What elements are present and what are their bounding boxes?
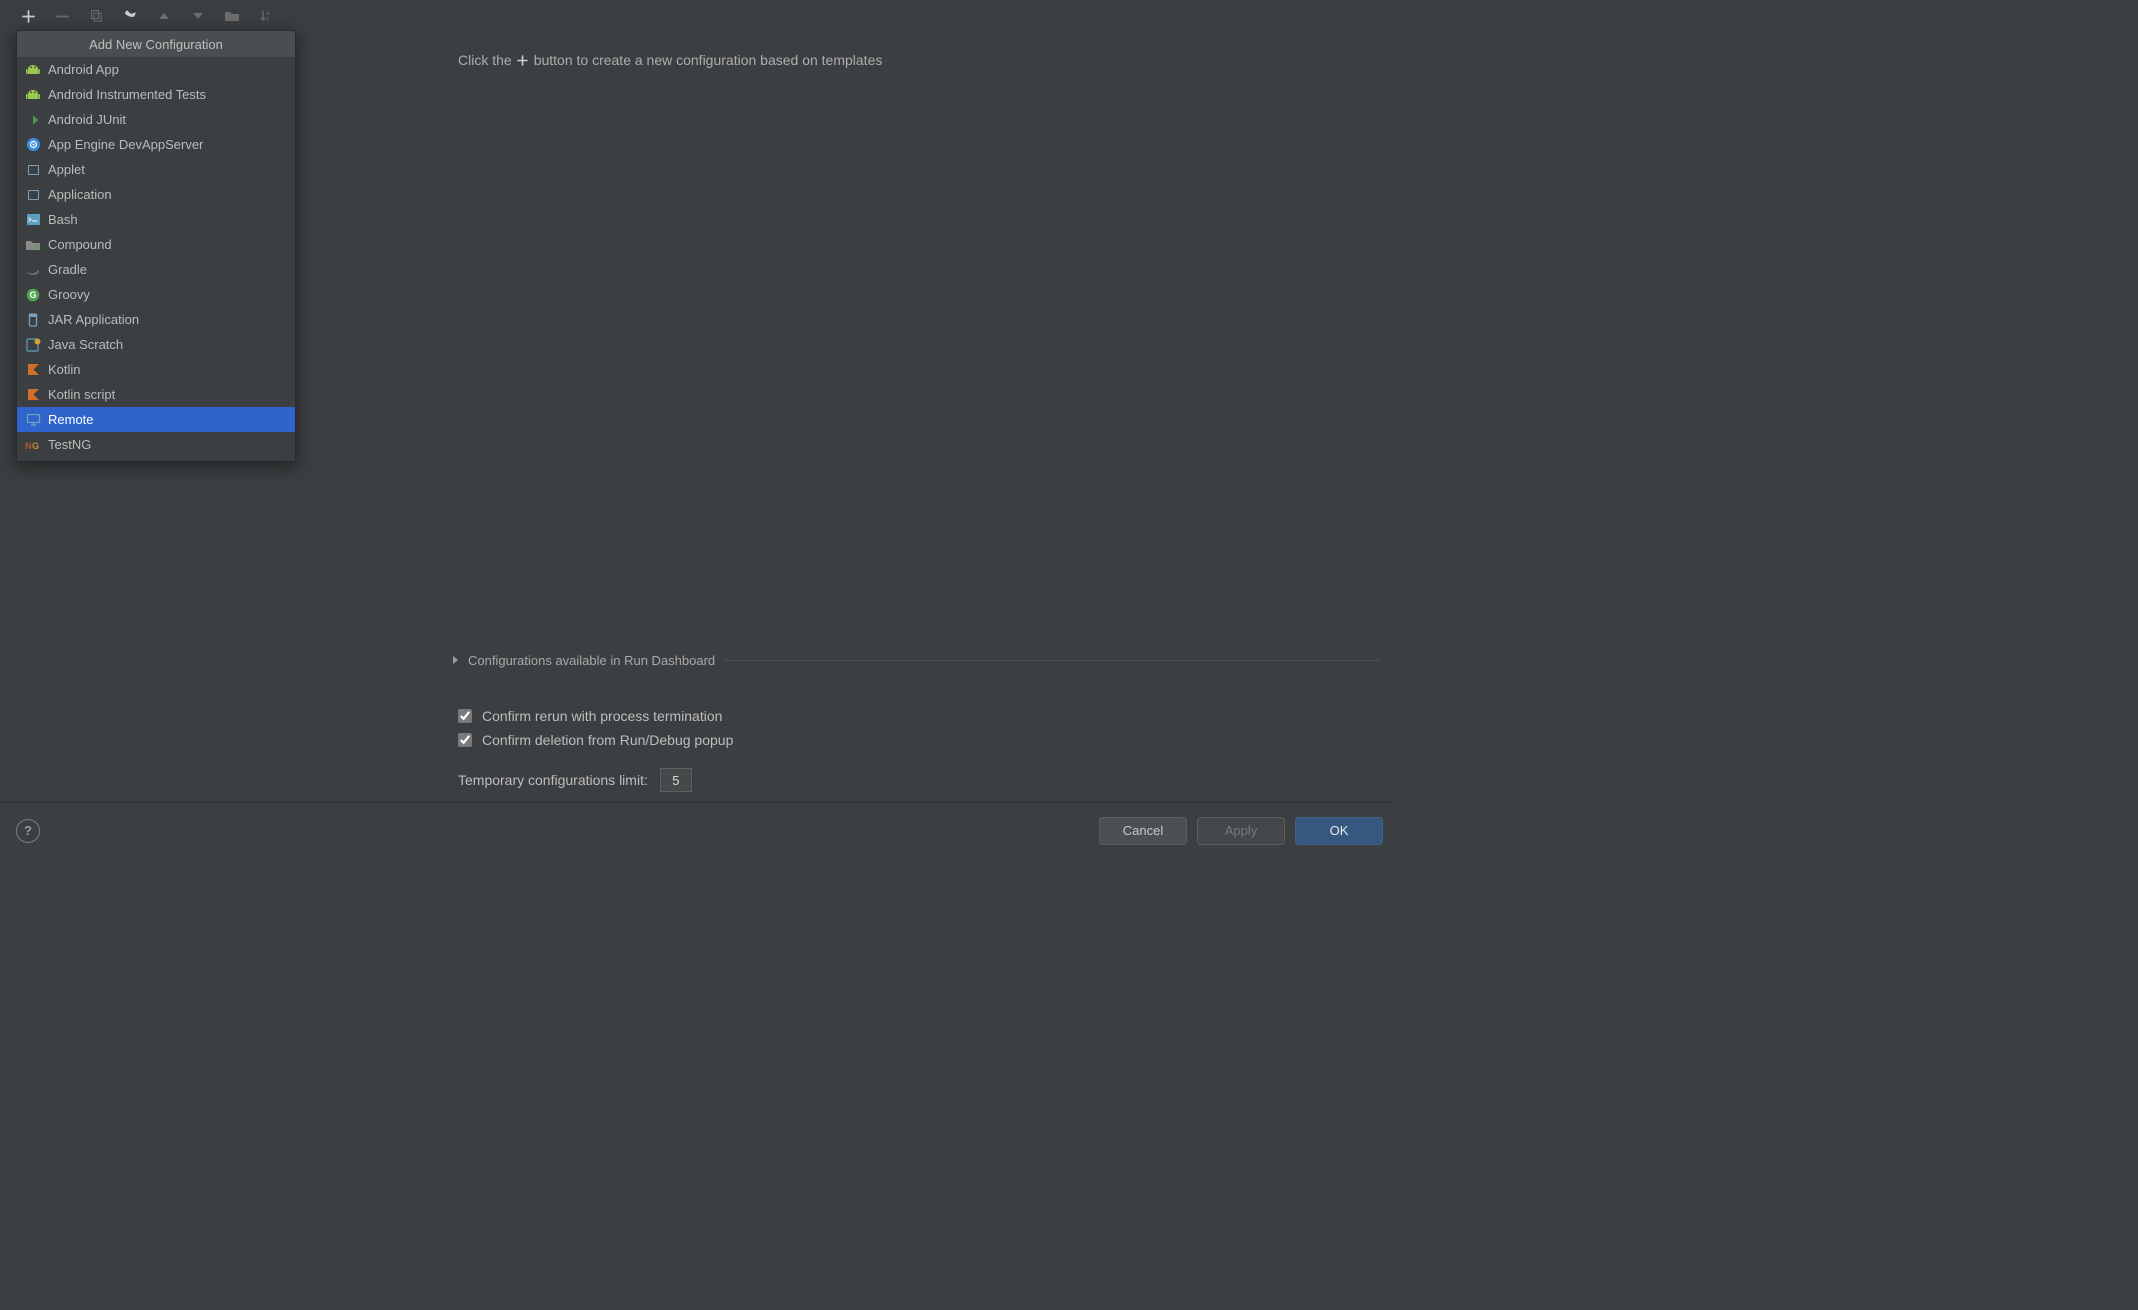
hint-text-prefix: Click the <box>458 52 512 68</box>
confirm-delete-label: Confirm deletion from Run/Debug popup <box>482 732 733 748</box>
move-down-button[interactable] <box>188 6 208 26</box>
terminal-icon <box>25 212 41 228</box>
chevron-right-icon <box>452 653 460 668</box>
config-type-label: Android Instrumented Tests <box>48 87 206 102</box>
svg-text:z: z <box>266 17 269 23</box>
config-type-label: Application <box>48 187 112 202</box>
toolbar: az <box>0 0 1395 30</box>
confirm-rerun-input[interactable] <box>458 709 472 723</box>
config-type-label: Android App <box>48 62 119 77</box>
config-type-item[interactable]: NG TestNG <box>17 432 295 457</box>
hint-text-suffix: button to create a new configuration bas… <box>534 52 883 68</box>
temp-limit-input[interactable] <box>660 768 692 792</box>
config-type-item[interactable]: Compound <box>17 232 295 257</box>
config-type-item[interactable]: Remote <box>17 407 295 432</box>
groovy-icon: G <box>25 287 41 303</box>
config-type-label: Remote <box>48 412 94 427</box>
svg-text:G: G <box>29 290 36 300</box>
configuration-type-list[interactable]: Android App Android Instrumented Tests And… <box>17 57 295 461</box>
junit-icon <box>25 112 41 128</box>
window-icon <box>25 187 41 203</box>
add-button[interactable] <box>18 6 38 26</box>
move-up-button[interactable] <box>154 6 174 26</box>
folder-button[interactable] <box>222 6 242 26</box>
config-type-item[interactable]: Bash <box>17 207 295 232</box>
details-panel: Click the button to create a new configu… <box>418 30 1395 802</box>
config-type-item[interactable]: Android Instrumented Tests <box>17 82 295 107</box>
temp-limit-row: Temporary configurations limit: <box>458 768 1381 792</box>
config-type-item[interactable]: G Groovy <box>17 282 295 307</box>
run-debug-configurations-dialog: az Add New Configuration Android AppAndr… <box>0 0 1395 858</box>
cancel-button[interactable]: Cancel <box>1099 817 1187 845</box>
apply-button[interactable]: Apply <box>1197 817 1285 845</box>
config-type-label: App Engine DevAppServer <box>48 137 203 152</box>
jar-icon <box>25 312 41 328</box>
dashboard-section-header[interactable]: Configurations available in Run Dashboar… <box>452 648 1381 672</box>
svg-text:N: N <box>25 441 32 451</box>
config-type-item[interactable]: App Engine DevAppServer <box>17 132 295 157</box>
edit-defaults-button[interactable] <box>120 6 140 26</box>
config-type-label: Gradle <box>48 262 87 277</box>
config-type-label: Applet <box>48 162 85 177</box>
android-icon <box>25 87 41 103</box>
config-type-item[interactable]: JAR Application <box>17 307 295 332</box>
svg-text:G: G <box>32 441 39 451</box>
config-type-label: Kotlin <box>48 362 81 377</box>
kotlin-icon <box>25 387 41 403</box>
config-type-label: JAR Application <box>48 312 139 327</box>
copy-button[interactable] <box>86 6 106 26</box>
appengine-icon <box>25 137 41 153</box>
empty-hint: Click the button to create a new configu… <box>458 50 1381 70</box>
config-type-label: Groovy <box>48 287 90 302</box>
dashboard-section-label: Configurations available in Run Dashboar… <box>468 653 715 668</box>
config-type-item[interactable]: Gradle <box>17 257 295 282</box>
scratch-icon <box>25 337 41 353</box>
kotlin-icon <box>25 362 41 378</box>
separator <box>723 660 1381 661</box>
remove-button[interactable] <box>52 6 72 26</box>
config-type-item[interactable]: Android App <box>17 57 295 82</box>
main-area: Add New Configuration Android AppAndroid… <box>0 30 1395 802</box>
config-type-label: Kotlin script <box>48 387 115 402</box>
confirm-delete-checkbox[interactable]: Confirm deletion from Run/Debug popup <box>458 728 1381 752</box>
sort-button[interactable]: az <box>256 6 276 26</box>
confirm-rerun-label: Confirm rerun with process termination <box>482 708 722 724</box>
confirm-rerun-checkbox[interactable]: Confirm rerun with process termination <box>458 704 1381 728</box>
config-type-label: Java Scratch <box>48 337 123 352</box>
compound-icon <box>25 237 41 253</box>
config-type-label: Compound <box>48 237 112 252</box>
config-type-item[interactable]: Applet <box>17 157 295 182</box>
add-configuration-popup: Add New Configuration Android AppAndroid… <box>16 30 296 462</box>
window-icon <box>25 162 41 178</box>
dialog-footer: ? Cancel Apply OK <box>0 802 1395 858</box>
config-type-label: Bash <box>48 212 78 227</box>
remote-icon <box>25 412 41 428</box>
config-type-label: TestNG <box>48 437 91 452</box>
plus-icon <box>516 53 530 67</box>
config-type-item[interactable]: Android JUnit <box>17 107 295 132</box>
config-type-label: Android JUnit <box>48 112 126 127</box>
config-type-item[interactable]: Kotlin script <box>17 382 295 407</box>
config-type-item[interactable]: Java Scratch <box>17 332 295 357</box>
testng-icon: NG <box>25 437 41 453</box>
config-type-item[interactable]: Kotlin <box>17 357 295 382</box>
android-icon <box>25 62 41 78</box>
ok-button[interactable]: OK <box>1295 817 1383 845</box>
confirm-delete-input[interactable] <box>458 733 472 747</box>
temp-limit-label: Temporary configurations limit: <box>458 772 648 788</box>
help-button[interactable]: ? <box>16 819 40 843</box>
popup-title: Add New Configuration <box>17 31 295 57</box>
configurations-tree-panel: Add New Configuration Android AppAndroid… <box>0 30 418 802</box>
config-type-item[interactable]: Application <box>17 182 295 207</box>
gradle-icon <box>25 262 41 278</box>
